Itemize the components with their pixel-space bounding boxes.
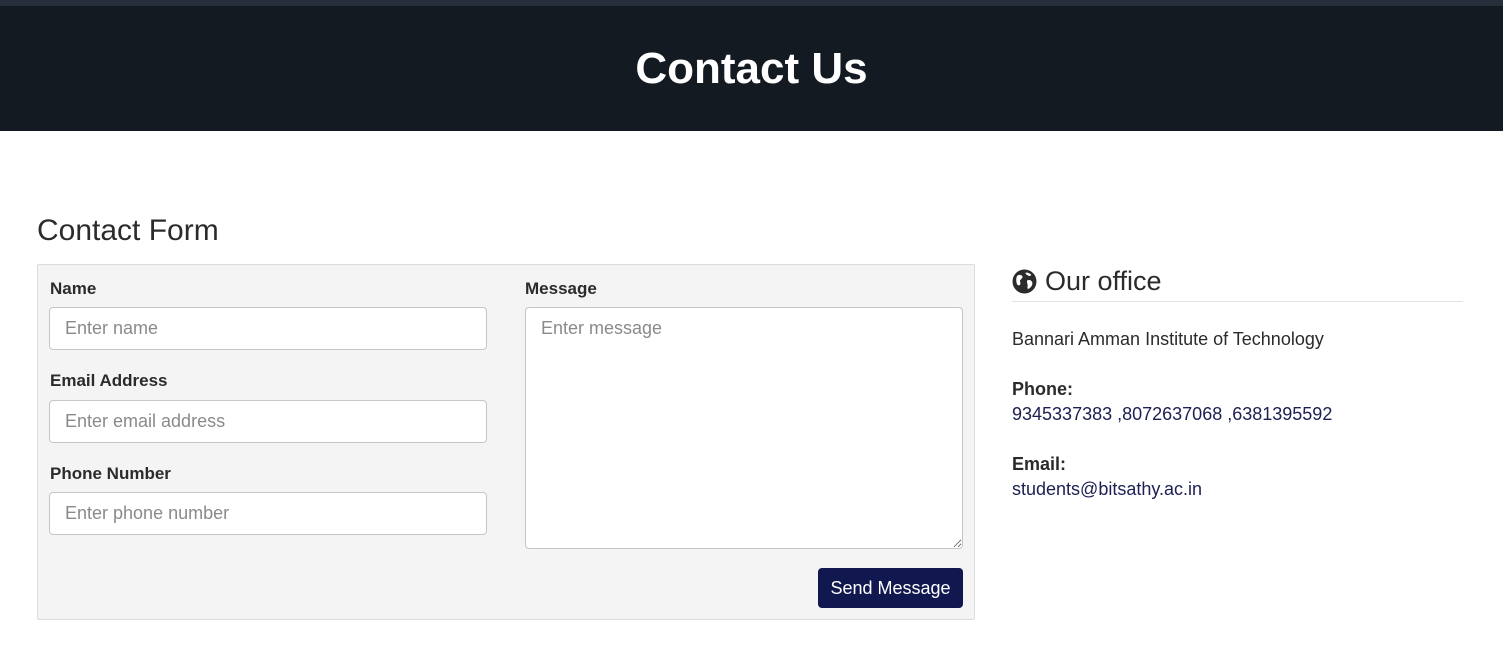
office-title: Our office <box>1045 266 1162 296</box>
contact-form-title: Contact Form <box>37 214 219 247</box>
phone-label-text: Phone: <box>1012 379 1073 399</box>
email-input[interactable] <box>49 400 487 443</box>
page-banner: Contact Us <box>0 6 1503 131</box>
phone-numbers[interactable]: 9345337383 ,8072637068 ,6381395592 <box>1012 404 1332 425</box>
message-label: Message <box>525 279 597 298</box>
name-input[interactable] <box>49 307 487 350</box>
phone-input[interactable] <box>49 492 487 535</box>
phone-label: Phone Number <box>50 464 171 483</box>
send-message-button[interactable]: Send Message <box>818 568 963 608</box>
email-label: Email Address <box>50 371 168 390</box>
page-title: Contact Us <box>635 43 868 93</box>
office-info: Our office Bannari Amman Institute of Te… <box>1012 264 1463 499</box>
message-textarea[interactable] <box>525 307 963 549</box>
office-organization: Bannari Amman Institute of Technology <box>1012 329 1324 349</box>
email-address-link[interactable]: students@bitsathy.ac.in <box>1012 479 1202 500</box>
name-label: Name <box>50 279 97 298</box>
office-header: Our office <box>1012 264 1463 302</box>
contact-form: Name Email Address Phone Number Message … <box>37 264 975 620</box>
globe-icon <box>1012 269 1037 294</box>
email-label-text: Email: <box>1012 454 1067 474</box>
